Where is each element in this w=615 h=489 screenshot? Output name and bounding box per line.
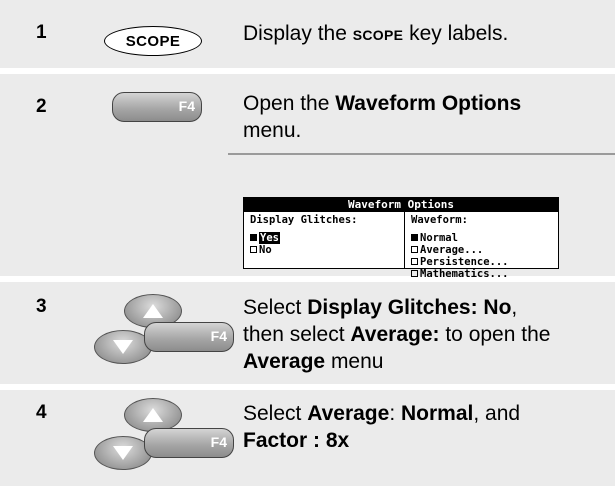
f4-key-button[interactable]: F4 <box>144 322 234 352</box>
option-yes[interactable]: Yes <box>250 232 398 244</box>
scope-key-button[interactable]: SCOPE <box>104 26 202 56</box>
selected-box-icon <box>411 234 418 241</box>
step-number: 4 <box>36 402 47 423</box>
unselected-box-icon <box>411 270 418 277</box>
up-arrow-icon <box>143 304 163 318</box>
step-number: 1 <box>36 22 47 43</box>
step-instruction: Select Display Glitches: No, then select… <box>243 296 551 373</box>
step-instruction: Open the Waveform Options menu. <box>243 92 522 142</box>
step-4: 4 F4 Select Average: Normal, and Factor … <box>0 390 615 486</box>
unselected-box-icon <box>411 258 418 265</box>
up-arrow-key[interactable] <box>124 398 182 432</box>
step-instruction: Display the SCOPE key labels. <box>243 22 509 45</box>
step-instruction: Select Average: Normal, and Factor : 8x <box>243 402 521 452</box>
waveform-column: Waveform: Normal Average... Persistence.… <box>405 212 515 280</box>
option-mathematics[interactable]: Mathematics... <box>411 268 509 280</box>
unselected-box-icon <box>250 246 257 253</box>
divider <box>228 153 615 155</box>
option-average[interactable]: Average... <box>411 244 509 256</box>
step-3: 3 F4 Select Display Glitches: No, then s… <box>0 282 615 384</box>
f4-key-button[interactable]: F4 <box>112 92 202 122</box>
option-normal[interactable]: Normal <box>411 232 509 244</box>
down-arrow-icon <box>113 446 133 460</box>
down-arrow-icon <box>113 340 133 354</box>
option-no[interactable]: No <box>250 244 398 256</box>
unselected-box-icon <box>411 246 418 253</box>
up-arrow-icon <box>143 408 163 422</box>
column-header: Waveform: <box>411 214 468 226</box>
step-1: 1 SCOPE Display the SCOPE key labels. <box>0 0 615 68</box>
menu-title: Waveform Options <box>244 198 558 212</box>
display-glitches-column: Display Glitches: Yes No <box>244 212 405 268</box>
option-persistence[interactable]: Persistence... <box>411 256 509 268</box>
step-number: 3 <box>36 296 47 317</box>
waveform-options-menu: Waveform Options Display Glitches: Yes N… <box>243 197 559 280</box>
column-header: Display Glitches: <box>250 214 358 226</box>
menu-body: Display Glitches: Yes No Waveform: Norma… <box>244 212 558 280</box>
selected-box-icon <box>250 234 257 241</box>
f4-key-button[interactable]: F4 <box>144 428 234 458</box>
step-number: 2 <box>36 96 47 117</box>
